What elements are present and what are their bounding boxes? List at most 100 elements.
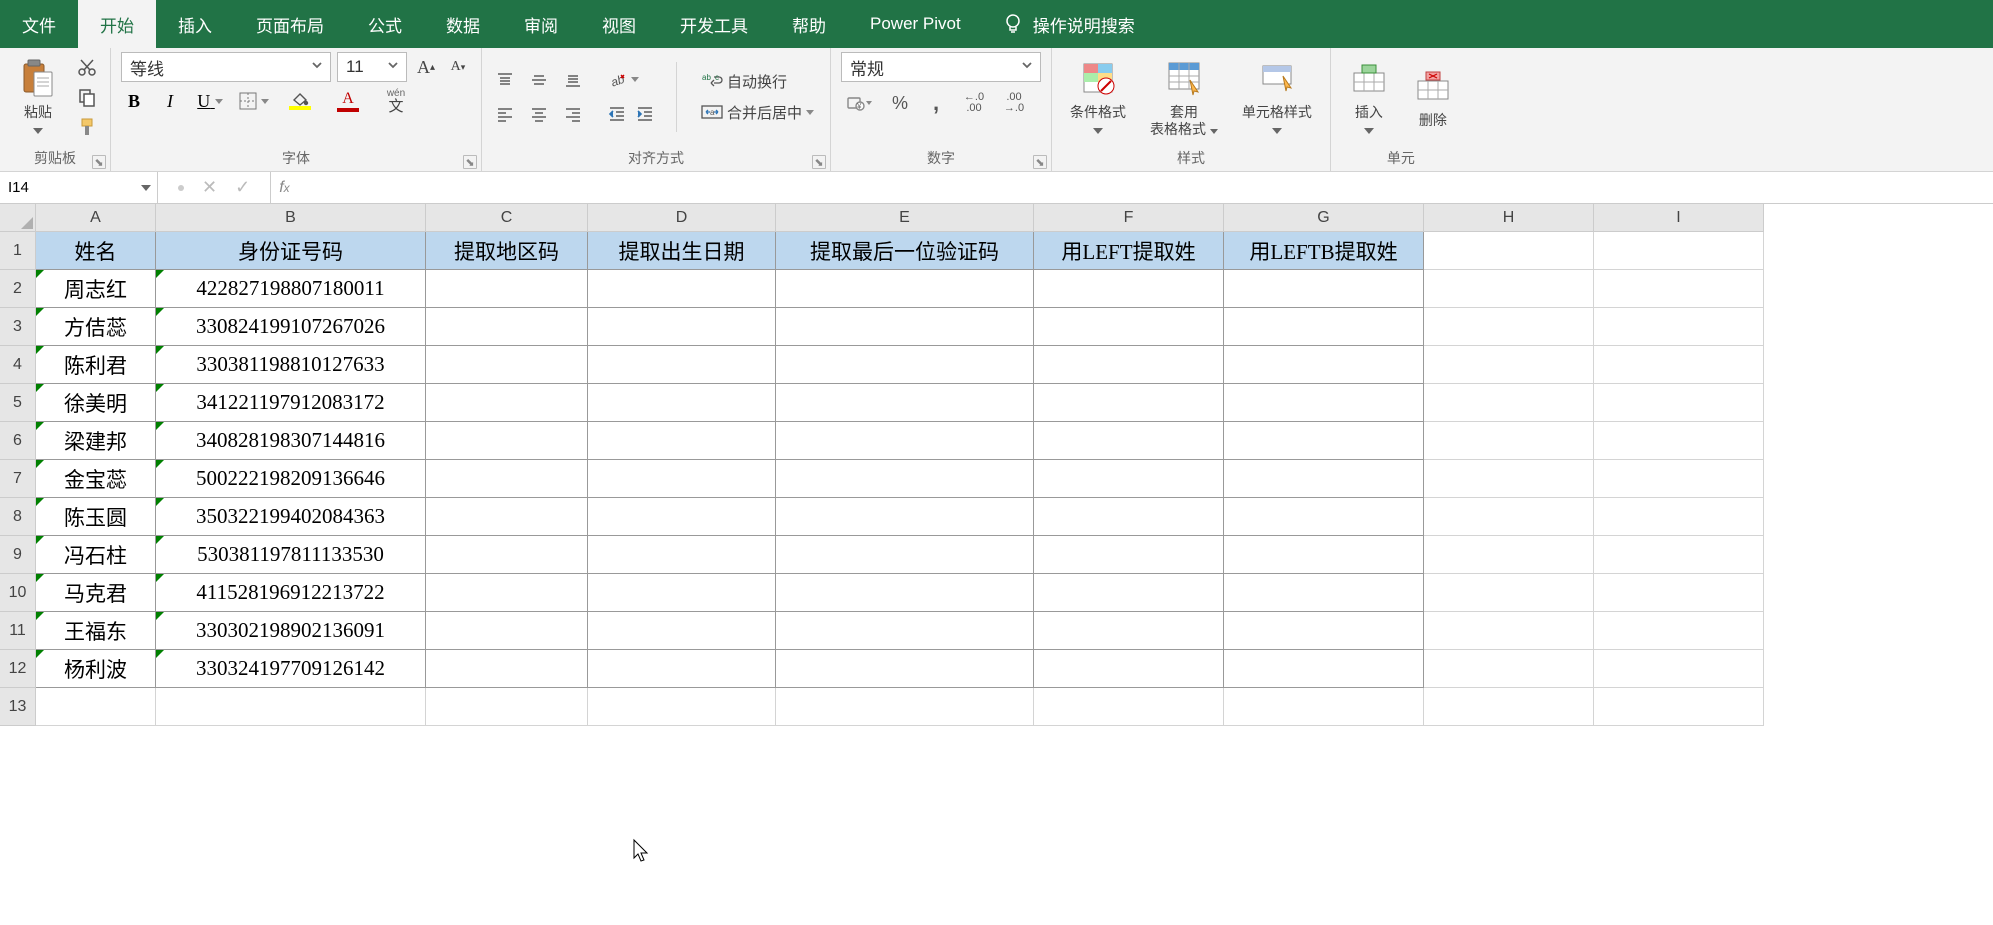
align-center-button[interactable] bbox=[526, 101, 552, 127]
font-color-button[interactable]: A bbox=[329, 88, 367, 114]
column-header-b[interactable]: B bbox=[156, 204, 426, 232]
align-right-button[interactable] bbox=[560, 101, 586, 127]
cell-B5[interactable]: 341221197912083172 bbox=[156, 384, 426, 422]
cell-C8[interactable] bbox=[426, 498, 588, 536]
cell-H10[interactable] bbox=[1424, 574, 1594, 612]
column-header-a[interactable]: A bbox=[36, 204, 156, 232]
cell-D5[interactable] bbox=[588, 384, 776, 422]
alignment-dialog-launcher[interactable]: ⬊ bbox=[812, 155, 826, 169]
cell-G2[interactable] bbox=[1224, 270, 1424, 308]
cell-A11[interactable]: 王福东 bbox=[36, 612, 156, 650]
tab-formulas[interactable]: 公式 bbox=[346, 0, 424, 48]
cell-F2[interactable] bbox=[1034, 270, 1224, 308]
column-header-f[interactable]: F bbox=[1034, 204, 1224, 232]
cell-F10[interactable] bbox=[1034, 574, 1224, 612]
cell-F4[interactable] bbox=[1034, 346, 1224, 384]
cell-H3[interactable] bbox=[1424, 308, 1594, 346]
tab-help[interactable]: 帮助 bbox=[770, 0, 848, 48]
number-dialog-launcher[interactable]: ⬊ bbox=[1033, 155, 1047, 169]
cell-B3[interactable]: 330824199107267026 bbox=[156, 308, 426, 346]
cell-F7[interactable] bbox=[1034, 460, 1224, 498]
cell-I10[interactable] bbox=[1594, 574, 1764, 612]
cell-B9[interactable]: 530381197811133530 bbox=[156, 536, 426, 574]
conditional-formatting-button[interactable]: 条件格式 bbox=[1062, 52, 1134, 142]
cell-G9[interactable] bbox=[1224, 536, 1424, 574]
cell-A6[interactable]: 梁建邦 bbox=[36, 422, 156, 460]
align-bottom-button[interactable] bbox=[560, 67, 586, 93]
cell-C3[interactable] bbox=[426, 308, 588, 346]
cell-B7[interactable]: 500222198209136646 bbox=[156, 460, 426, 498]
cell-G10[interactable] bbox=[1224, 574, 1424, 612]
cell-A4[interactable]: 陈利君 bbox=[36, 346, 156, 384]
increase-decimal-button[interactable]: ←.0.00 bbox=[959, 90, 989, 116]
cell-I9[interactable] bbox=[1594, 536, 1764, 574]
cell-I12[interactable] bbox=[1594, 650, 1764, 688]
row-header-7[interactable]: 7 bbox=[0, 460, 36, 498]
cell-E8[interactable] bbox=[776, 498, 1034, 536]
cell-D12[interactable] bbox=[588, 650, 776, 688]
cell-H5[interactable] bbox=[1424, 384, 1594, 422]
row-header-12[interactable]: 12 bbox=[0, 650, 36, 688]
name-box[interactable]: I14 bbox=[0, 172, 158, 203]
cell-B13[interactable] bbox=[156, 688, 426, 726]
cell-G5[interactable] bbox=[1224, 384, 1424, 422]
cell-C12[interactable] bbox=[426, 650, 588, 688]
cell-E2[interactable] bbox=[776, 270, 1034, 308]
cell-G13[interactable] bbox=[1224, 688, 1424, 726]
cell-G8[interactable] bbox=[1224, 498, 1424, 536]
cell-D13[interactable] bbox=[588, 688, 776, 726]
cell-F3[interactable] bbox=[1034, 308, 1224, 346]
cell-D9[interactable] bbox=[588, 536, 776, 574]
row-header-4[interactable]: 4 bbox=[0, 346, 36, 384]
cell-B11[interactable]: 330302198902136091 bbox=[156, 612, 426, 650]
font-size-selector[interactable]: 11 bbox=[337, 52, 407, 82]
cell-C11[interactable] bbox=[426, 612, 588, 650]
cell-D4[interactable] bbox=[588, 346, 776, 384]
borders-button[interactable] bbox=[237, 88, 271, 114]
cell-G1[interactable]: 用LEFTB提取姓 bbox=[1224, 232, 1424, 270]
align-left-button[interactable] bbox=[492, 101, 518, 127]
cut-button[interactable] bbox=[74, 54, 100, 80]
cell-E12[interactable] bbox=[776, 650, 1034, 688]
cell-D7[interactable] bbox=[588, 460, 776, 498]
tab-power-pivot[interactable]: Power Pivot bbox=[848, 0, 983, 48]
row-header-10[interactable]: 10 bbox=[0, 574, 36, 612]
cell-H2[interactable] bbox=[1424, 270, 1594, 308]
copy-button[interactable] bbox=[74, 84, 100, 110]
fx-label[interactable]: fx bbox=[271, 172, 297, 203]
cell-D10[interactable] bbox=[588, 574, 776, 612]
paste-button[interactable]: 粘贴 bbox=[10, 52, 66, 142]
cell-H9[interactable] bbox=[1424, 536, 1594, 574]
cell-A12[interactable]: 杨利波 bbox=[36, 650, 156, 688]
tab-insert[interactable]: 插入 bbox=[156, 0, 234, 48]
cell-H12[interactable] bbox=[1424, 650, 1594, 688]
decrease-font-button[interactable]: A▾ bbox=[445, 54, 471, 80]
cell-D11[interactable] bbox=[588, 612, 776, 650]
cell-E7[interactable] bbox=[776, 460, 1034, 498]
row-header-2[interactable]: 2 bbox=[0, 270, 36, 308]
cell-I13[interactable] bbox=[1594, 688, 1764, 726]
delete-cells-button[interactable]: 删除 bbox=[1405, 60, 1461, 133]
cell-H4[interactable] bbox=[1424, 346, 1594, 384]
row-header-13[interactable]: 13 bbox=[0, 688, 36, 726]
row-header-8[interactable]: 8 bbox=[0, 498, 36, 536]
tab-file[interactable]: 文件 bbox=[0, 0, 78, 48]
cell-I4[interactable] bbox=[1594, 346, 1764, 384]
column-header-e[interactable]: E bbox=[776, 204, 1034, 232]
font-dialog-launcher[interactable]: ⬊ bbox=[463, 155, 477, 169]
cell-G12[interactable] bbox=[1224, 650, 1424, 688]
decrease-indent-button[interactable] bbox=[604, 101, 630, 127]
cell-B8[interactable]: 350322199402084363 bbox=[156, 498, 426, 536]
cell-I2[interactable] bbox=[1594, 270, 1764, 308]
select-all-corner[interactable] bbox=[0, 204, 36, 232]
cell-H1[interactable] bbox=[1424, 232, 1594, 270]
merge-center-button[interactable]: a 合并后居中 bbox=[695, 100, 820, 125]
tab-data[interactable]: 数据 bbox=[424, 0, 502, 48]
cell-H7[interactable] bbox=[1424, 460, 1594, 498]
font-name-selector[interactable]: 等线 bbox=[121, 52, 331, 82]
insert-cells-button[interactable]: 插入 bbox=[1341, 52, 1397, 142]
tab-view[interactable]: 视图 bbox=[580, 0, 658, 48]
phonetic-guide-button[interactable]: wén文 bbox=[377, 88, 415, 114]
cell-A3[interactable]: 方佶蕊 bbox=[36, 308, 156, 346]
cell-B2[interactable]: 422827198807180011 bbox=[156, 270, 426, 308]
